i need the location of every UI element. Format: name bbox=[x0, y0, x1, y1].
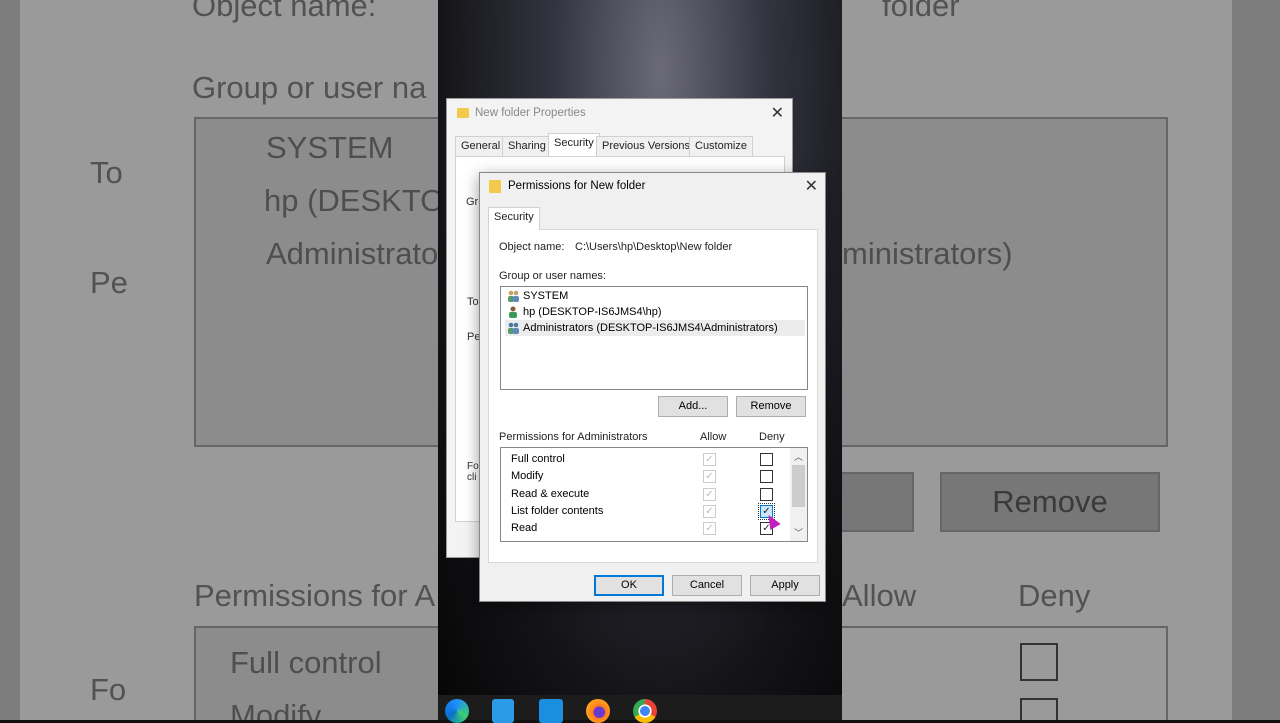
permission-name: Modify bbox=[511, 470, 544, 483]
permission-name: Read & execute bbox=[511, 487, 590, 500]
bg-text: Modify bbox=[230, 698, 322, 720]
bg-text: Deny bbox=[1018, 578, 1091, 613]
mail-icon[interactable] bbox=[539, 699, 563, 723]
close-icon[interactable]: ✕ bbox=[805, 176, 818, 196]
tab-previous-versions[interactable]: Previous Versions bbox=[596, 136, 697, 156]
firefox-icon[interactable] bbox=[586, 699, 610, 723]
dialog-title: New folder Properties bbox=[475, 107, 586, 119]
list-item[interactable]: hp (DESKTOP-IS6JMS4\hp) bbox=[505, 304, 805, 320]
deny-checkbox[interactable] bbox=[760, 487, 773, 501]
fragment: Gr bbox=[466, 196, 479, 208]
scrollbar[interactable]: ︿ ﹀ bbox=[790, 448, 807, 541]
permissions-label: Permissions for Administrators bbox=[499, 431, 648, 443]
remove-button[interactable]: Remove bbox=[736, 396, 806, 417]
group-icon bbox=[508, 290, 519, 302]
dialog-title: Permissions for New folder bbox=[508, 180, 646, 192]
bg-text: Allow bbox=[842, 578, 917, 613]
allow-checkbox[interactable]: ✓ bbox=[703, 504, 716, 518]
blurred-background-left: Object name: Group or user na SYSTEM hp … bbox=[0, 0, 438, 720]
bg-text: Administrato bbox=[266, 236, 438, 271]
add-button[interactable]: Add... bbox=[658, 396, 728, 417]
cancel-button[interactable]: Cancel bbox=[672, 575, 742, 596]
permission-row: List folder contents ✓ ✓ bbox=[501, 502, 791, 521]
permission-name: Read bbox=[511, 522, 538, 535]
edge-icon[interactable] bbox=[445, 699, 469, 723]
permission-row: Full control ✓ bbox=[501, 452, 791, 469]
bg-text: Full control bbox=[230, 645, 382, 680]
chevron-down-icon[interactable]: ﹀ bbox=[790, 526, 807, 539]
user-icon bbox=[509, 306, 517, 318]
permissions-dialog: Permissions for New folder ✕ Security Ob… bbox=[479, 172, 826, 602]
chrome-icon[interactable] bbox=[633, 699, 657, 723]
bg-text: SYSTEM bbox=[266, 130, 394, 165]
folder-icon bbox=[489, 180, 501, 193]
store-icon[interactable] bbox=[492, 699, 514, 723]
chevron-up-icon[interactable]: ︿ bbox=[790, 450, 807, 463]
permission-row: Read ✓ ✓ bbox=[501, 521, 791, 538]
allow-checkbox[interactable]: ✓ bbox=[703, 522, 716, 536]
allow-checkbox[interactable]: ✓ bbox=[703, 470, 716, 484]
list-item[interactable]: SYSTEM bbox=[505, 288, 805, 304]
user-name: hp (DESKTOP-IS6JMS4\hp) bbox=[523, 306, 662, 318]
fragment: cli bbox=[467, 472, 477, 483]
tab-general[interactable]: General bbox=[455, 136, 507, 156]
fragment: To bbox=[467, 296, 479, 308]
taskbar bbox=[438, 695, 842, 723]
allow-header: Allow bbox=[700, 431, 727, 443]
bg-text: Permissions for A bbox=[194, 578, 436, 613]
permission-name: Full control bbox=[511, 453, 565, 465]
ok-button[interactable]: OK bbox=[594, 575, 664, 596]
fragment: Fo bbox=[467, 461, 479, 472]
scrollbar-thumb[interactable] bbox=[792, 465, 805, 507]
group-label: Group or user names: bbox=[499, 270, 606, 282]
folder-icon bbox=[457, 108, 469, 118]
object-name-value: C:\Users\hp\Desktop\New folder bbox=[575, 241, 733, 253]
allow-checkbox[interactable]: ✓ bbox=[703, 487, 716, 501]
bg-text: Object name: bbox=[192, 0, 377, 23]
group-icon bbox=[508, 322, 519, 334]
deny-header: Deny bbox=[759, 431, 785, 443]
permission-row: Modify ✓ bbox=[501, 469, 791, 486]
object-name-label: Object name: bbox=[499, 241, 565, 253]
user-name: SYSTEM bbox=[523, 290, 569, 302]
user-name: Administrators (DESKTOP-IS6JMS4\Administ… bbox=[523, 322, 778, 334]
bg-text: hp (DESKTO bbox=[264, 183, 438, 218]
permissions-list: ︿ ﹀ Full control ✓ Modify ✓ Read & execu… bbox=[500, 447, 808, 542]
permission-row: Read & execute ✓ bbox=[501, 487, 791, 504]
bg-text: folder bbox=[882, 0, 960, 23]
bg-text: Remove bbox=[940, 472, 1160, 532]
tab-sharing[interactable]: Sharing bbox=[502, 136, 552, 156]
close-icon[interactable]: ✕ bbox=[771, 103, 784, 123]
bg-text: Pe bbox=[90, 265, 128, 300]
bg-text: Group or user na bbox=[192, 70, 427, 105]
deny-checkbox[interactable] bbox=[760, 453, 773, 466]
deny-checkbox[interactable] bbox=[760, 470, 773, 484]
user-list[interactable]: SYSTEM hp (DESKTOP-IS6JMS4\hp) Administr… bbox=[500, 286, 808, 390]
blurred-background-right: folder ministrators) Remove Allow Deny bbox=[842, 0, 1280, 720]
list-item[interactable]: Administrators (DESKTOP-IS6JMS4\Administ… bbox=[505, 320, 805, 336]
tab-security[interactable]: Security bbox=[488, 207, 540, 230]
permission-name: List folder contents bbox=[511, 504, 604, 517]
tab-customize[interactable]: Customize bbox=[689, 136, 753, 156]
bg-text: Fo bbox=[90, 672, 127, 707]
apply-button[interactable]: Apply bbox=[750, 575, 820, 596]
tab-security[interactable]: Security bbox=[548, 133, 600, 156]
allow-checkbox[interactable]: ✓ bbox=[703, 453, 716, 466]
bg-text: To bbox=[90, 155, 123, 190]
bg-text: ministrators) bbox=[842, 236, 1013, 271]
